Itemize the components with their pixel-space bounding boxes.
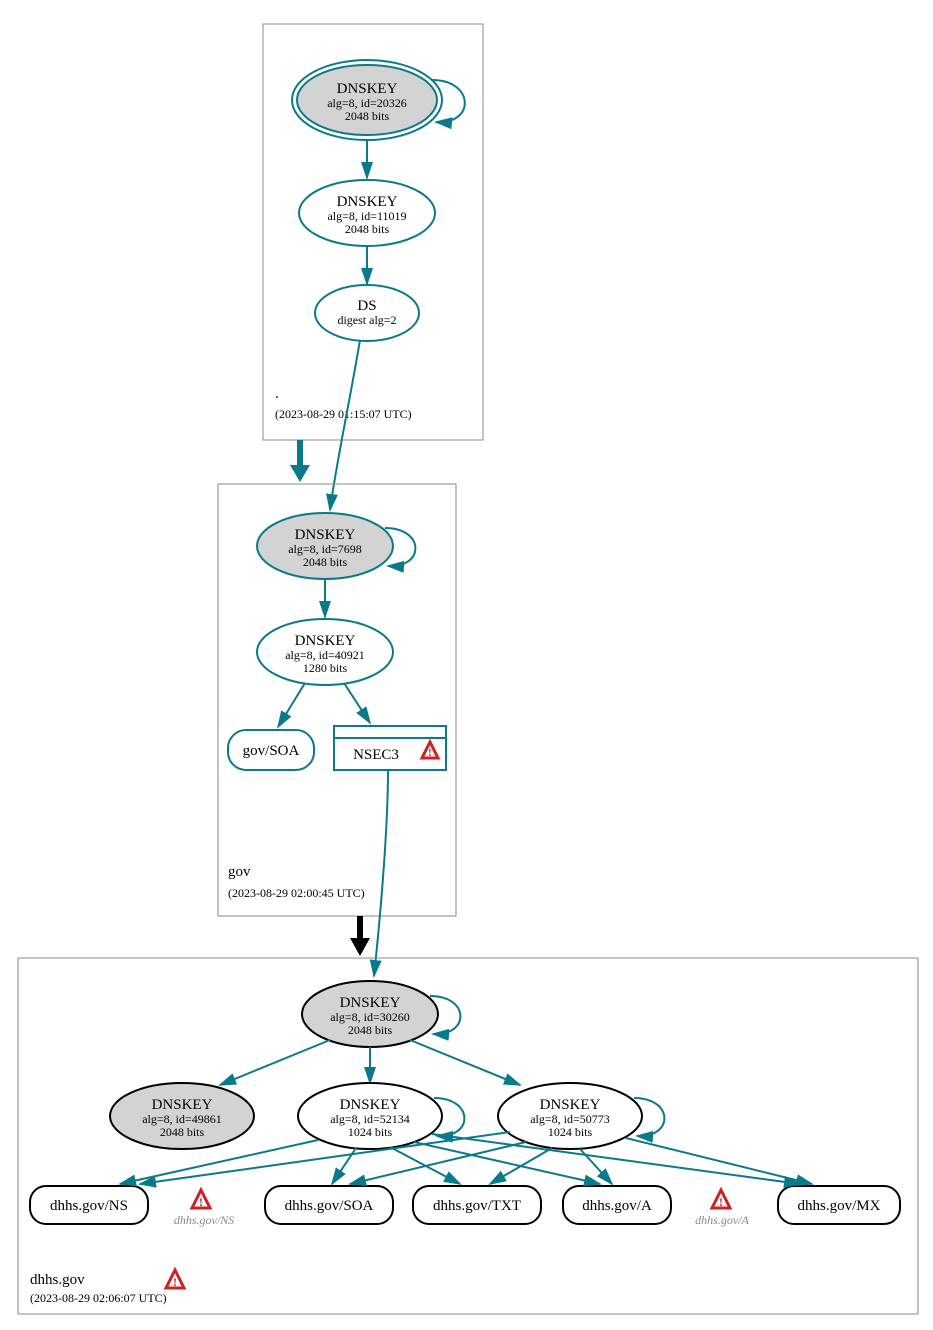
svg-text:alg=8, id=11019: alg=8, id=11019 [327,209,406,223]
zone-label-root: . [275,386,279,402]
svg-text:alg=8, id=30260: alg=8, id=30260 [330,1010,410,1024]
node-gov-ksk: DNSKEY alg=8, id=7698 2048 bits [257,513,393,579]
node-dhhs-50773: DNSKEY alg=8, id=50773 1024 bits [498,1083,642,1149]
edge-gov-zsk-to-nsec3 [344,683,370,723]
node-root-ksk: DNSKEY alg=8, id=20326 2048 bits [292,60,442,140]
svg-text:DNSKEY: DNSKEY [540,1097,601,1113]
svg-text:DNSKEY: DNSKEY [295,527,356,543]
svg-text:1024 bits: 1024 bits [548,1125,593,1139]
svg-text:!: ! [428,747,432,759]
node-dhhs-soa: dhhs.gov/SOA [265,1186,393,1224]
node-dhhs-mx: dhhs.gov/MX [778,1186,900,1224]
arrowhead-gov-to-dhhs [350,938,370,956]
node-dhhs-ksk: DNSKEY alg=8, id=30260 2048 bits [302,981,438,1047]
svg-text:dhhs.gov/SOA: dhhs.gov/SOA [285,1198,374,1214]
node-dhhs-txt: dhhs.gov/TXT [413,1186,541,1224]
node-root-ds: DS digest alg=2 [315,285,419,341]
svg-text:DNSKEY: DNSKEY [337,194,398,210]
node-gov-soa: gov/SOA [228,730,314,770]
svg-text:DNSKEY: DNSKEY [337,81,398,97]
edge-50773-txt [490,1148,552,1184]
edge-50773-a [580,1149,612,1184]
svg-text:dhhs.gov/TXT: dhhs.gov/TXT [433,1198,521,1214]
node-dhhs-a: dhhs.gov/A [563,1186,671,1224]
svg-text:digest alg=2: digest alg=2 [337,313,396,327]
edge-ksk-to-50773 [410,1040,520,1085]
svg-text:dhhs.gov/MX: dhhs.gov/MX [798,1198,881,1214]
svg-text:DNSKEY: DNSKEY [295,633,356,649]
svg-text:2048 bits: 2048 bits [345,109,390,123]
svg-text:2048 bits: 2048 bits [348,1023,393,1037]
warn-label-a: dhhs.gov/A [695,1213,749,1227]
svg-text:1024 bits: 1024 bits [348,1125,393,1139]
svg-text:NSEC3: NSEC3 [353,747,399,763]
warning-icon: ! [192,1190,210,1209]
warning-icon: ! [166,1270,184,1289]
svg-text:dhhs.gov/NS: dhhs.gov/NS [50,1198,128,1214]
svg-text:!: ! [173,1275,177,1289]
node-dhhs-ns: dhhs.gov/NS [30,1186,148,1224]
edge-nsec3-to-dhhs [374,770,388,976]
svg-text:alg=8, id=7698: alg=8, id=7698 [288,542,362,556]
zone-label-dhhs: dhhs.gov [30,1272,85,1288]
svg-text:dhhs.gov/A: dhhs.gov/A [582,1198,652,1214]
svg-text:2048 bits: 2048 bits [303,555,348,569]
svg-text:DNSKEY: DNSKEY [340,995,401,1011]
svg-text:alg=8, id=50773: alg=8, id=50773 [530,1112,610,1126]
svg-text:alg=8, id=52134: alg=8, id=52134 [330,1112,410,1126]
edge-ksk-to-49861 [220,1040,330,1085]
svg-text:DNSKEY: DNSKEY [340,1097,401,1113]
warn-label-ns: dhhs.gov/NS [174,1213,234,1227]
svg-text:DS: DS [357,298,376,314]
svg-text:!: ! [719,1195,723,1209]
svg-text:2048 bits: 2048 bits [160,1125,205,1139]
zone-timestamp-dhhs: (2023-08-29 02:06:07 UTC) [30,1291,167,1305]
svg-text:1280 bits: 1280 bits [303,661,348,675]
zone-label-gov: gov [228,864,251,880]
svg-text:alg=8, id=20326: alg=8, id=20326 [327,96,407,110]
edge-50773-mx [626,1138,812,1184]
edge-gov-zsk-to-soa [278,683,305,727]
svg-text:2048 bits: 2048 bits [345,222,390,236]
node-gov-zsk: DNSKEY alg=8, id=40921 1280 bits [257,619,393,685]
node-dhhs-52134: DNSKEY alg=8, id=52134 1024 bits [298,1083,442,1149]
warning-icon: ! [712,1190,730,1209]
svg-text:alg=8, id=40921: alg=8, id=40921 [285,648,365,662]
svg-text:DNSKEY: DNSKEY [152,1097,213,1113]
node-dhhs-49861: DNSKEY alg=8, id=49861 2048 bits [110,1083,254,1149]
node-root-zsk: DNSKEY alg=8, id=11019 2048 bits [299,180,435,246]
svg-text:!: ! [199,1195,203,1209]
zone-timestamp-root: (2023-08-29 01:15:07 UTC) [275,407,412,421]
arrowhead-root-to-gov [290,465,310,482]
svg-text:gov/SOA: gov/SOA [243,743,300,759]
zone-timestamp-gov: (2023-08-29 02:00:45 UTC) [228,886,365,900]
svg-text:alg=8, id=49861: alg=8, id=49861 [142,1112,222,1126]
